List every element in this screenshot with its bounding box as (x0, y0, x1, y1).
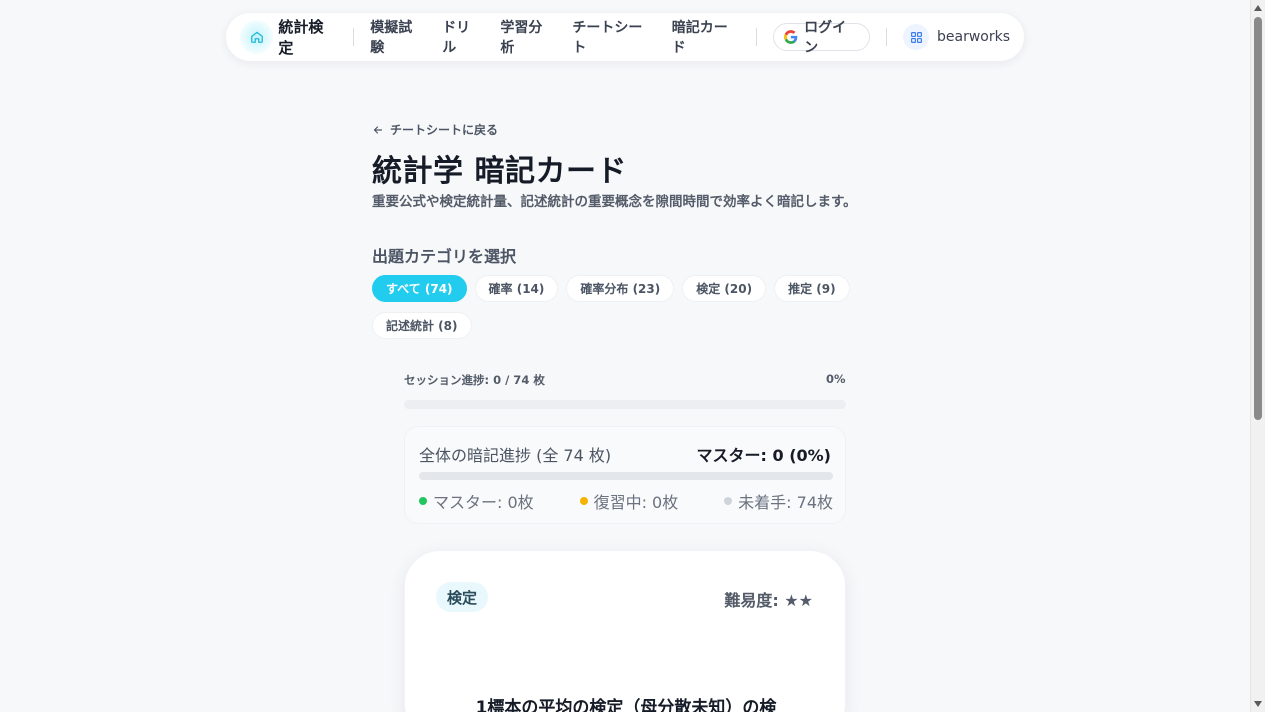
flashcard-difficulty: 難易度: ★★ (724, 591, 813, 610)
scroll-up-arrow-icon[interactable] (1254, 5, 1262, 11)
category-chip-estimation[interactable]: 推定 (9) (774, 275, 850, 302)
mastered-dot-icon (419, 497, 427, 505)
unstarted-dot-icon (724, 497, 733, 505)
google-login-button[interactable]: ログイン (773, 20, 871, 56)
home-icon[interactable] (240, 20, 274, 54)
scrollbar-thumb[interactable] (1254, 17, 1262, 420)
nav-divider (353, 28, 355, 46)
nav-link-mock-exam[interactable]: 模擬試験 (370, 17, 425, 57)
nav-link-drill[interactable]: ドリル (442, 17, 483, 57)
workspace-label: bearworks (937, 29, 1011, 45)
overall-progress-bar (419, 472, 833, 480)
category-chip-group: すべて (74) 確率 (14) 確率分布 (23) 検定 (20) 推定 (9… (372, 275, 852, 339)
flashcard-question: 1標本の平均の検定（母分散未知）の検 (475, 698, 777, 712)
category-chip-descriptive[interactable]: 記述統計 (8) (372, 312, 472, 339)
session-progress-bar (404, 400, 846, 409)
category-chip-all[interactable]: すべて (74) (372, 275, 467, 302)
flashcard[interactable]: 検定 難易度: ★★ 1標本の平均の検定（母分散未知）の検 (404, 550, 846, 712)
session-progress-label: セッション進捗: 0 / 74 枚 (404, 373, 545, 387)
nav-link-flashcards[interactable]: 暗記カード (672, 17, 741, 57)
category-chip-distribution[interactable]: 確率分布 (23) (566, 275, 675, 302)
workspace-link[interactable]: bearworks (903, 24, 1010, 50)
category-chip-testing[interactable]: 検定 (20) (682, 275, 767, 302)
overall-progress-panel: 全体の暗記進捗 (全 74 枚) マスター: 0 (0%) マスター: 0枚 復… (404, 426, 846, 524)
overall-progress-label: 全体の暗記進捗 (全 74 枚) (419, 446, 612, 465)
legend-mastered: マスター: 0枚 (419, 489, 534, 513)
nav-link-cheatsheet[interactable]: チートシート (572, 17, 654, 57)
arrow-left-icon (373, 125, 383, 134)
nav-link-analytics[interactable]: 学習分析 (500, 17, 555, 57)
flashcard-category-badge: 検定 (436, 582, 489, 612)
nav-divider (756, 28, 758, 46)
login-label: ログイン (804, 20, 847, 56)
legend-reviewing: 復習中: 0枚 (579, 489, 679, 513)
grid-icon (903, 24, 930, 50)
nav-divider (886, 28, 888, 46)
legend-unstarted: 未着手: 74枚 (724, 489, 833, 513)
progress-legend: マスター: 0枚 復習中: 0枚 未着手: 74枚 (419, 489, 833, 513)
legend-unstarted-label: 未着手: 74枚 (738, 493, 833, 512)
legend-mastered-label: マスター: 0枚 (433, 493, 534, 512)
session-progress-percent: 0% (826, 372, 846, 386)
google-icon (784, 30, 798, 44)
category-chip-probability[interactable]: 確率 (14) (474, 275, 559, 302)
page-subtitle: 重要公式や検定統計量、記述統計の重要概念を隙間時間で効率よく暗記します。 (372, 194, 857, 210)
page-scrollbar[interactable] (1250, 0, 1265, 712)
brand-title[interactable]: 統計検定 (278, 16, 337, 58)
legend-reviewing-label: 復習中: 0枚 (593, 493, 679, 512)
reviewing-dot-icon (579, 497, 588, 505)
category-heading: 出題カテゴリを選択 (372, 247, 517, 266)
page-title: 統計学 暗記カード (372, 154, 627, 189)
top-navbar: 統計検定 模擬試験 ドリル 学習分析 チートシート 暗記カード ログイン bea… (226, 13, 1024, 61)
back-link-label: チートシートに戻る (390, 123, 499, 137)
overall-master-count: マスター: 0 (0%) (696, 446, 831, 465)
scroll-down-arrow-icon[interactable] (1254, 701, 1262, 707)
back-to-cheatsheet-link[interactable]: チートシートに戻る (372, 121, 498, 138)
